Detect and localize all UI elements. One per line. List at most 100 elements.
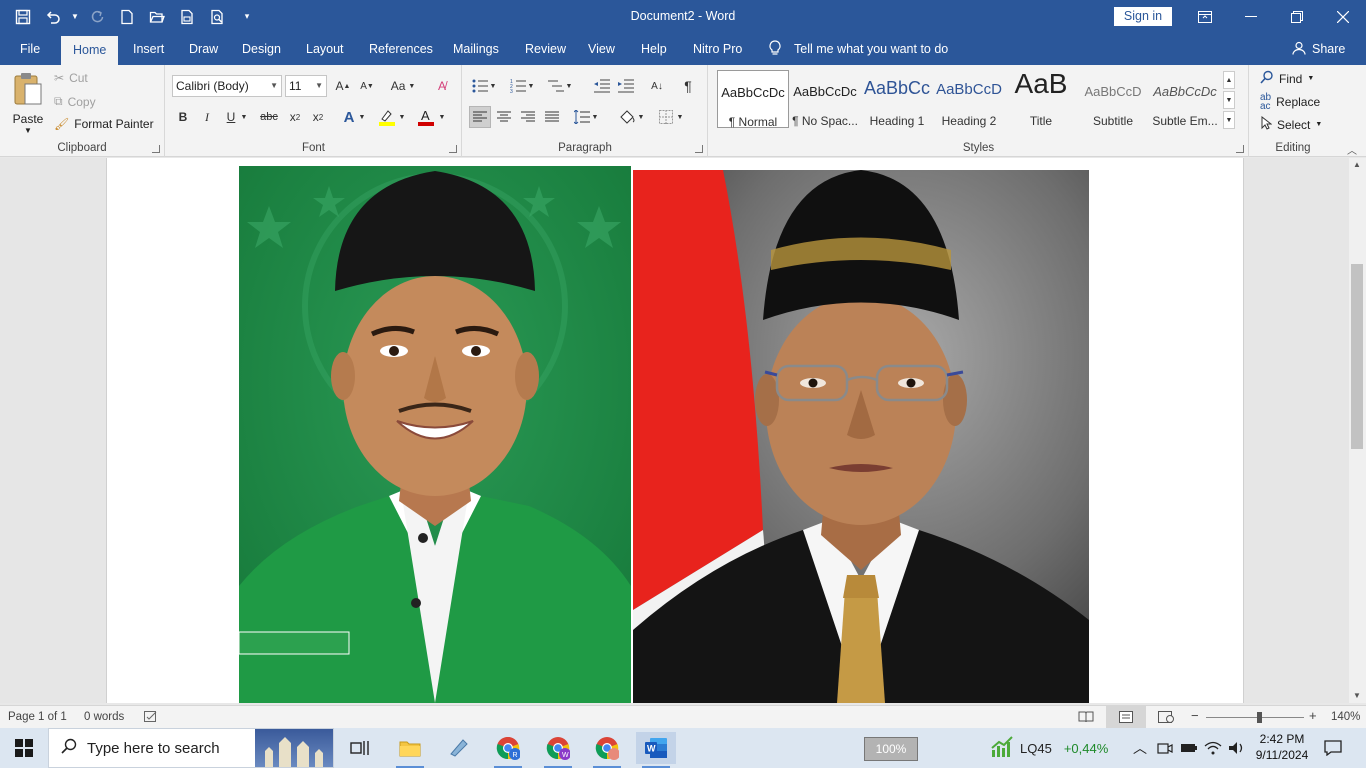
- scrollbar-thumb[interactable]: [1351, 264, 1363, 449]
- strikethrough-icon[interactable]: abc: [258, 106, 280, 128]
- subscript-icon[interactable]: x2: [284, 106, 306, 128]
- increase-indent-icon[interactable]: [615, 75, 637, 97]
- zoom-slider-thumb[interactable]: [1257, 712, 1262, 723]
- font-color-dropdown-icon[interactable]: ▼: [436, 106, 448, 128]
- chrome-profile-3-icon[interactable]: [587, 732, 627, 768]
- styles-scroll-up-icon[interactable]: ▲: [1223, 71, 1235, 89]
- numbering-dropdown-icon[interactable]: ▼: [526, 75, 536, 97]
- proofing-icon[interactable]: [144, 711, 158, 726]
- styles-launcher-icon[interactable]: [1236, 145, 1244, 153]
- page-count[interactable]: Page 1 of 1: [8, 711, 67, 723]
- shading-dropdown-icon[interactable]: ▼: [636, 106, 646, 128]
- change-case-button[interactable]: Aa ▼: [386, 75, 420, 97]
- notifications-icon[interactable]: [1318, 732, 1348, 764]
- cut-button[interactable]: ✂ Cut: [54, 71, 88, 85]
- wifi-icon[interactable]: [1202, 732, 1224, 764]
- stock-ticker-widget[interactable]: LQ45 +0,44%: [990, 736, 1108, 761]
- select-button[interactable]: Select ▼: [1260, 115, 1322, 133]
- style-title[interactable]: AaB Title: [1005, 68, 1077, 128]
- borders-dropdown-icon[interactable]: ▼: [675, 106, 685, 128]
- zoom-level[interactable]: 140%: [1331, 711, 1360, 723]
- italic-icon[interactable]: I: [196, 106, 218, 128]
- file-explorer-icon[interactable]: [390, 732, 430, 768]
- shrink-font-icon[interactable]: A ▼: [356, 75, 378, 97]
- web-layout-icon[interactable]: [1158, 711, 1174, 726]
- share-button[interactable]: Share: [1292, 33, 1345, 65]
- tab-draw[interactable]: Draw: [177, 33, 230, 65]
- style-heading-2[interactable]: AaBbCcD Heading 2: [933, 70, 1005, 128]
- justify-icon[interactable]: [541, 106, 563, 128]
- app-pinned-icon[interactable]: [439, 732, 479, 764]
- format-painter-button[interactable]: 🖌 Format Painter: [54, 117, 154, 131]
- document-page[interactable]: [106, 158, 1244, 703]
- show-formatting-marks-icon[interactable]: ¶: [677, 75, 699, 97]
- style-subtitle[interactable]: AaBbCcD Subtitle: [1077, 70, 1149, 128]
- print-layout-icon[interactable]: [1106, 706, 1146, 728]
- task-view-icon[interactable]: [340, 732, 380, 764]
- style-heading-1[interactable]: AaBbCc Heading 1: [861, 70, 933, 128]
- font-size-combo[interactable]: 11 ▼: [285, 75, 327, 97]
- paragraph-launcher-icon[interactable]: [695, 145, 703, 153]
- tab-file[interactable]: File: [8, 33, 52, 65]
- text-effects-dropdown-icon[interactable]: ▼: [356, 106, 368, 128]
- collapse-ribbon-icon[interactable]: ︿: [1347, 142, 1357, 157]
- customize-qat-icon[interactable]: ▾: [234, 4, 260, 30]
- clear-formatting-icon[interactable]: A̸: [431, 75, 453, 97]
- style-normal[interactable]: AaBbCcDc ¶ Normal: [717, 70, 789, 129]
- decrease-indent-icon[interactable]: [591, 75, 613, 97]
- undo-dropdown-icon[interactable]: ▼: [70, 4, 80, 30]
- new-document-icon[interactable]: [114, 4, 140, 30]
- styles-more-icon[interactable]: ▼: [1223, 111, 1235, 129]
- highlight-dropdown-icon[interactable]: ▼: [396, 106, 408, 128]
- bold-icon[interactable]: B: [172, 106, 194, 128]
- underline-dropdown-icon[interactable]: ▼: [238, 106, 250, 128]
- minimize-icon[interactable]: [1228, 0, 1274, 33]
- align-center-icon[interactable]: [493, 106, 515, 128]
- tab-nitro-pro[interactable]: Nitro Pro: [681, 33, 754, 65]
- find-button[interactable]: Find ▼: [1260, 70, 1314, 87]
- multilevel-dropdown-icon[interactable]: ▼: [564, 75, 574, 97]
- undo-icon[interactable]: [40, 4, 66, 30]
- font-launcher-icon[interactable]: [449, 145, 457, 153]
- tab-mailings[interactable]: Mailings: [441, 33, 511, 65]
- word-app-icon[interactable]: W: [636, 732, 676, 768]
- battery-icon[interactable]: [1178, 732, 1200, 764]
- close-icon[interactable]: [1320, 0, 1366, 33]
- tab-review[interactable]: Review: [513, 33, 578, 65]
- clock[interactable]: 2:42 PM 9/11/2024: [1254, 731, 1310, 763]
- sign-in-button[interactable]: Sign in: [1114, 7, 1172, 26]
- redo-icon[interactable]: [84, 4, 110, 30]
- tab-help[interactable]: Help: [629, 33, 679, 65]
- meet-now-icon[interactable]: [1154, 732, 1176, 764]
- display-zoom-badge[interactable]: 100%: [864, 737, 918, 761]
- sort-icon[interactable]: A↓: [646, 75, 668, 97]
- zoom-in-icon[interactable]: +: [1309, 708, 1317, 723]
- tell-me-box[interactable]: Tell me what you want to do: [768, 33, 948, 65]
- line-spacing-dropdown-icon[interactable]: ▼: [590, 106, 600, 128]
- tab-layout[interactable]: Layout: [294, 33, 356, 65]
- copy-button[interactable]: ⧉ Copy: [54, 94, 96, 109]
- scroll-up-icon[interactable]: ▲: [1353, 160, 1361, 169]
- tab-design[interactable]: Design: [230, 33, 293, 65]
- word-count[interactable]: 0 words: [84, 711, 124, 723]
- save-icon[interactable]: [10, 4, 36, 30]
- grow-font-icon[interactable]: A ▲: [332, 75, 354, 97]
- chrome-profile-r-icon[interactable]: R: [488, 732, 528, 768]
- tab-view[interactable]: View: [576, 33, 627, 65]
- taskbar-search-box[interactable]: Type here to search: [48, 728, 334, 768]
- tab-insert[interactable]: Insert: [121, 33, 176, 65]
- print-icon[interactable]: [174, 4, 200, 30]
- font-color-icon[interactable]: A: [415, 106, 437, 128]
- paste-button[interactable]: Paste ▼: [12, 71, 44, 135]
- open-folder-icon[interactable]: [144, 4, 170, 30]
- print-preview-icon[interactable]: [204, 4, 230, 30]
- windows-start-icon[interactable]: [4, 732, 44, 764]
- tab-references[interactable]: References: [357, 33, 445, 65]
- chrome-profile-w-icon[interactable]: W: [538, 732, 578, 768]
- portrait-photo-right[interactable]: [633, 170, 1089, 703]
- highlight-icon[interactable]: [376, 106, 398, 128]
- ribbon-display-options-icon[interactable]: [1182, 0, 1228, 33]
- zoom-out-icon[interactable]: −: [1191, 708, 1199, 723]
- replace-button[interactable]: ab ac Replace: [1260, 93, 1320, 112]
- align-left-icon[interactable]: [469, 106, 491, 128]
